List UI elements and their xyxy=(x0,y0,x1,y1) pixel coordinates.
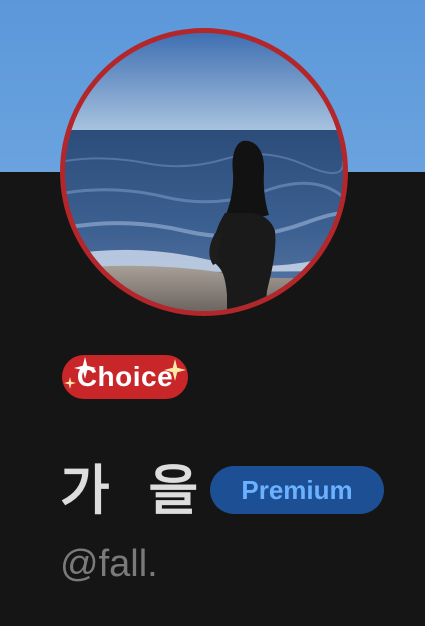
display-name: 가 을 xyxy=(60,459,209,522)
user-handle: @fall. xyxy=(60,543,158,585)
avatar-photo xyxy=(65,33,343,311)
sparkle-icon xyxy=(164,359,186,381)
sparkle-icon xyxy=(64,377,76,389)
choice-badge[interactable]: Choice xyxy=(62,355,188,399)
premium-label: Premium xyxy=(241,474,353,505)
premium-badge[interactable]: Premium xyxy=(210,466,384,514)
name-row: 가 을 xyxy=(60,458,208,524)
profile-avatar[interactable] xyxy=(60,28,348,316)
sparkle-icon xyxy=(74,357,96,379)
